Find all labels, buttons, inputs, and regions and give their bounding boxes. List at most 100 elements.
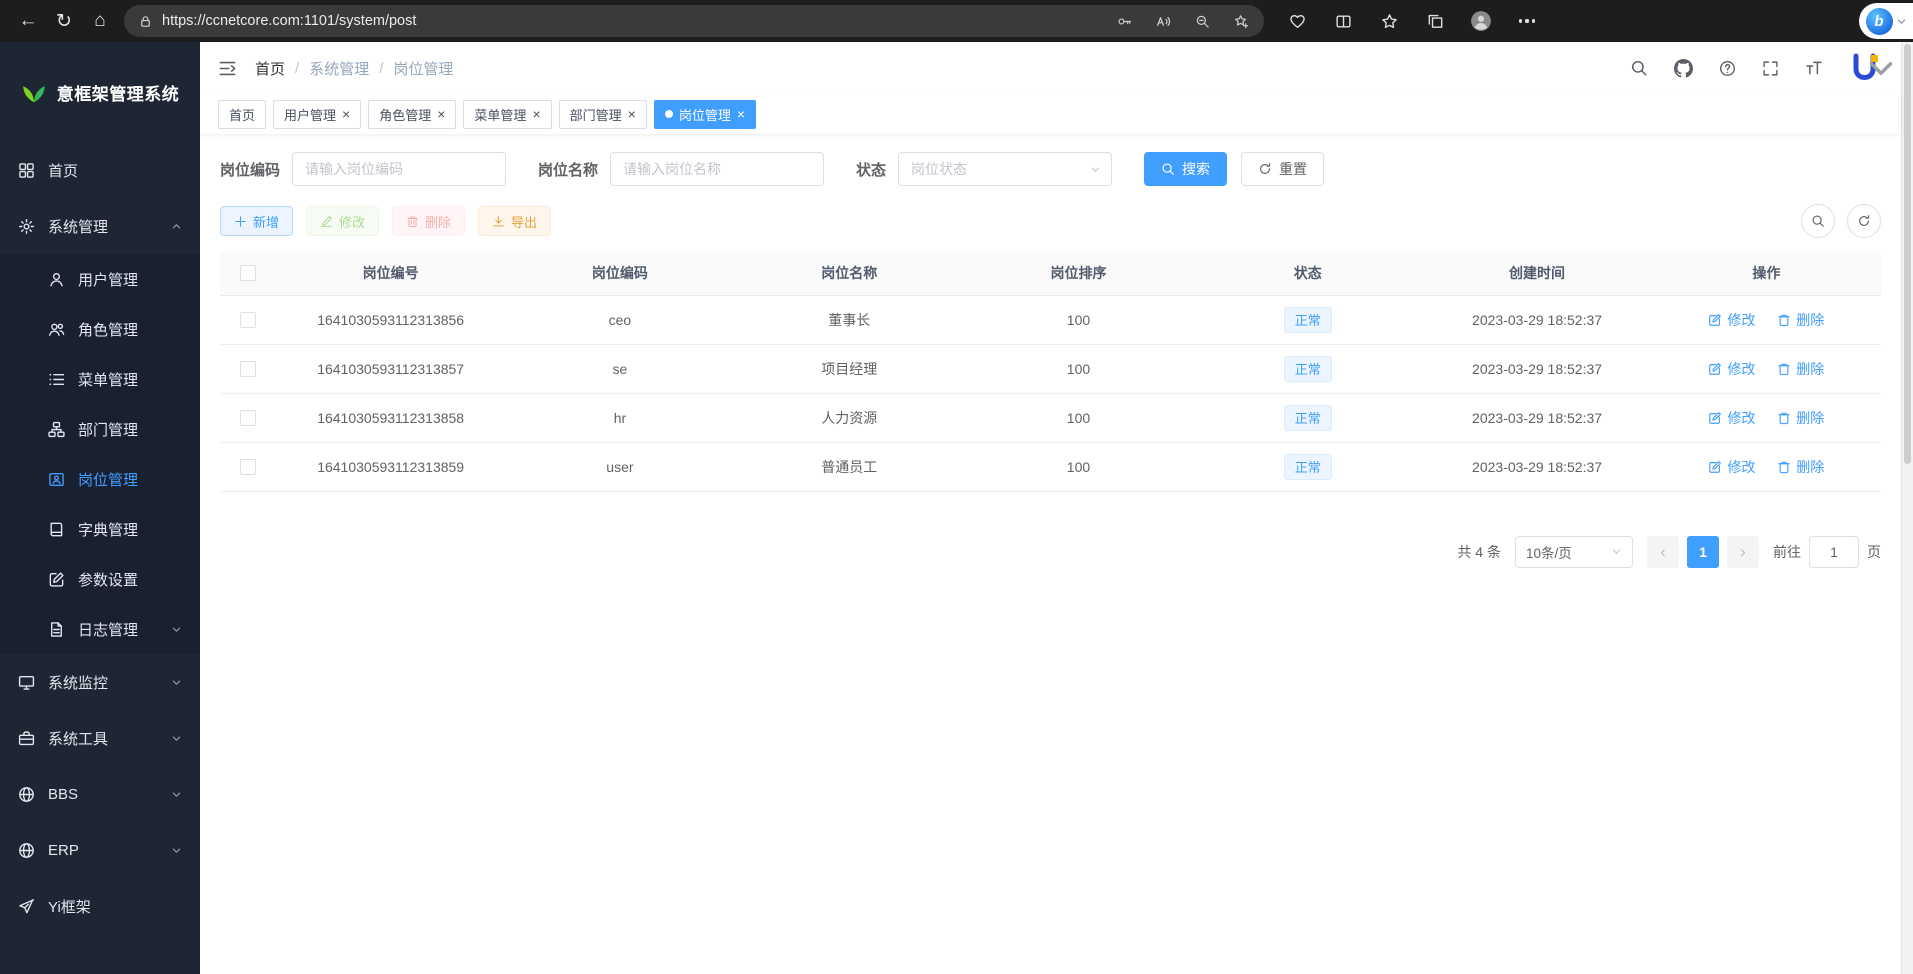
tab-home[interactable]: 首页 bbox=[218, 100, 266, 129]
cell-post-code: user bbox=[505, 442, 734, 491]
sidebar-item-parameters[interactable]: 参数设置 bbox=[0, 554, 200, 604]
add-favorite-icon[interactable] bbox=[1226, 7, 1256, 35]
row-edit-button[interactable]: 修改 bbox=[1708, 457, 1755, 477]
select-all-checkbox[interactable] bbox=[240, 265, 256, 281]
post-code-input[interactable] bbox=[292, 152, 506, 186]
sidebar-item-roles[interactable]: 角色管理 bbox=[0, 304, 200, 354]
address-bar[interactable]: https://ccnetcore.com:1101/system/post bbox=[124, 5, 1264, 37]
breadcrumb-home[interactable]: 首页 bbox=[255, 58, 285, 79]
delete-button[interactable]: 删除 bbox=[392, 206, 465, 236]
search-form: 岗位编码 岗位名称 状态 岗位状态 搜索 bbox=[220, 152, 1881, 186]
scrollbar[interactable] bbox=[1901, 42, 1913, 974]
collections-icon[interactable] bbox=[1418, 4, 1452, 38]
sidebar-item-departments[interactable]: 部门管理 bbox=[0, 404, 200, 454]
sidebar-collapse-icon[interactable] bbox=[218, 59, 237, 78]
breadcrumb-system[interactable]: 系统管理 bbox=[309, 58, 369, 79]
search-button[interactable]: 搜索 bbox=[1144, 152, 1227, 186]
user-avatar[interactable] bbox=[1849, 51, 1883, 85]
refresh-table-button[interactable] bbox=[1847, 204, 1881, 238]
add-button[interactable]: 新增 bbox=[220, 206, 293, 236]
sidebar-item-erp[interactable]: ERP bbox=[0, 822, 200, 878]
browser-refresh-button[interactable]: ↻ bbox=[46, 3, 82, 39]
status-select-placeholder: 岗位状态 bbox=[911, 159, 967, 179]
prev-page-button[interactable]: ‹ bbox=[1647, 536, 1679, 568]
tab-close-icon[interactable]: × bbox=[342, 107, 350, 121]
reset-button[interactable]: 重置 bbox=[1241, 152, 1324, 186]
sidebar-item-posts[interactable]: 岗位管理 bbox=[0, 454, 200, 504]
font-size-icon[interactable] bbox=[1805, 59, 1823, 77]
row-delete-button[interactable]: 删除 bbox=[1777, 310, 1824, 330]
row-delete-button[interactable]: 删除 bbox=[1777, 457, 1824, 477]
page-size-select[interactable]: 10条/页 bbox=[1515, 536, 1633, 568]
goto-page-input[interactable] bbox=[1809, 536, 1859, 568]
favorites-icon[interactable] bbox=[1372, 4, 1406, 38]
status-select[interactable]: 岗位状态 bbox=[898, 152, 1112, 186]
copilot-caret-icon[interactable] bbox=[1896, 16, 1907, 27]
sidebar-item-home[interactable]: 首页 bbox=[0, 142, 200, 198]
sidebar-item-yi-framework[interactable]: Yi框架 bbox=[0, 878, 200, 934]
show-search-button[interactable] bbox=[1801, 204, 1835, 238]
tab-close-icon[interactable]: × bbox=[737, 107, 745, 121]
tab-close-icon[interactable]: × bbox=[437, 107, 445, 121]
more-options-icon[interactable] bbox=[1510, 4, 1544, 38]
sidebar-item-system[interactable]: 系统管理 bbox=[0, 198, 200, 254]
tab-menus[interactable]: 菜单管理 × bbox=[463, 100, 551, 129]
cell-post-id: 1641030593112313859 bbox=[276, 442, 505, 491]
trash-icon bbox=[1777, 313, 1791, 327]
download-icon bbox=[492, 215, 505, 228]
read-aloud-icon[interactable] bbox=[1148, 7, 1178, 35]
row-delete-button[interactable]: 删除 bbox=[1777, 359, 1824, 379]
row-edit-button[interactable]: 修改 bbox=[1708, 359, 1755, 379]
help-icon[interactable] bbox=[1719, 60, 1736, 77]
cell-post-sort: 100 bbox=[964, 442, 1193, 491]
browser-back-button[interactable]: ← bbox=[10, 3, 46, 39]
browser-essentials-icon[interactable] bbox=[1280, 4, 1314, 38]
sidebar-item-logs[interactable]: 日志管理 bbox=[0, 604, 200, 654]
sidebar-item-tools[interactable]: 系统工具 bbox=[0, 710, 200, 766]
browser-home-button[interactable]: ⌂ bbox=[82, 3, 118, 39]
sidebar-item-bbs[interactable]: BBS bbox=[0, 766, 200, 822]
sidebar-item-users[interactable]: 用户管理 bbox=[0, 254, 200, 304]
page-number-button[interactable]: 1 bbox=[1687, 536, 1719, 568]
row-edit-button[interactable]: 修改 bbox=[1708, 310, 1755, 330]
sidebar-item-monitoring[interactable]: 系统监控 bbox=[0, 654, 200, 710]
post-name-input[interactable] bbox=[610, 152, 824, 186]
next-page-button[interactable]: › bbox=[1727, 536, 1759, 568]
book-icon bbox=[48, 521, 65, 538]
row-edit-button[interactable]: 修改 bbox=[1708, 408, 1755, 428]
edit-button[interactable]: 修改 bbox=[306, 206, 379, 236]
tab-users[interactable]: 用户管理 × bbox=[273, 100, 361, 129]
row-delete-button[interactable]: 删除 bbox=[1777, 408, 1824, 428]
split-screen-icon[interactable] bbox=[1326, 4, 1360, 38]
password-key-icon[interactable] bbox=[1109, 7, 1139, 35]
header-search-icon[interactable] bbox=[1630, 59, 1648, 77]
profile-avatar[interactable] bbox=[1464, 4, 1498, 38]
github-icon[interactable] bbox=[1674, 59, 1693, 78]
row-delete-label: 删除 bbox=[1796, 457, 1824, 477]
status-label: 状态 bbox=[856, 159, 886, 180]
chevron-down-icon bbox=[171, 624, 182, 635]
sidebar-item-menus[interactable]: 菜单管理 bbox=[0, 354, 200, 404]
tags-view: 首页 用户管理 × 角色管理 × 菜单管理 × 部门管理 × bbox=[200, 94, 1901, 134]
url-text[interactable]: https://ccnetcore.com:1101/system/post bbox=[162, 13, 1100, 29]
row-checkbox[interactable] bbox=[240, 312, 256, 328]
zoom-icon[interactable] bbox=[1187, 7, 1217, 35]
copilot-button[interactable]: b bbox=[1859, 3, 1913, 39]
cell-post-name: 人力资源 bbox=[735, 393, 964, 442]
row-checkbox[interactable] bbox=[240, 361, 256, 377]
scrollbar-thumb[interactable] bbox=[1904, 44, 1911, 464]
app-logo[interactable]: 意框架管理系统 bbox=[0, 42, 200, 142]
tab-posts[interactable]: 岗位管理 × bbox=[654, 100, 756, 129]
tab-roles[interactable]: 角色管理 × bbox=[368, 100, 456, 129]
column-status: 状态 bbox=[1193, 251, 1422, 295]
status-badge: 正常 bbox=[1284, 454, 1332, 480]
tab-departments[interactable]: 部门管理 × bbox=[559, 100, 647, 129]
column-post-sort: 岗位排序 bbox=[964, 251, 1193, 295]
tab-close-icon[interactable]: × bbox=[628, 107, 636, 121]
sidebar-item-dictionaries[interactable]: 字典管理 bbox=[0, 504, 200, 554]
row-checkbox[interactable] bbox=[240, 410, 256, 426]
sidebar-item-label: Yi框架 bbox=[48, 896, 91, 917]
fullscreen-icon[interactable] bbox=[1762, 60, 1779, 77]
tab-close-icon[interactable]: × bbox=[532, 107, 540, 121]
row-checkbox[interactable] bbox=[240, 459, 256, 475]
